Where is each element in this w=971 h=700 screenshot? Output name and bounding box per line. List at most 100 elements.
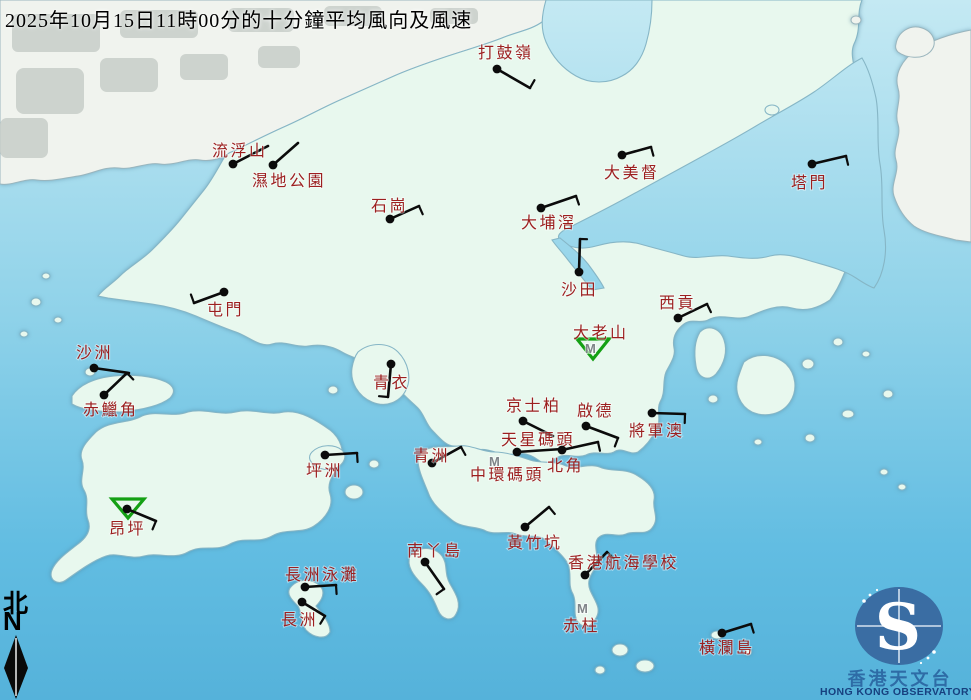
station-label: 大美督	[604, 163, 660, 182]
station-label: 青衣	[373, 373, 410, 392]
observatory-name-english: HONG KONG OBSERVATORY	[820, 686, 971, 698]
station-label: 啟德	[577, 401, 614, 420]
wind-barb-tick	[336, 585, 337, 594]
station-dot	[521, 523, 530, 532]
map-title: 2025年10月15日11時00分的十分鐘平均風向及風速	[5, 4, 472, 33]
compass-needle-icon	[1, 634, 31, 700]
station-peng-chau: 坪洲	[306, 451, 358, 480]
station-dot	[558, 446, 567, 455]
station-dot	[220, 288, 229, 297]
wind-barb-shaft	[305, 585, 336, 587]
wind-barb-tick	[153, 521, 156, 529]
station-label: 南丫島	[407, 541, 463, 560]
wind-barb-shaft	[579, 239, 580, 272]
station-dot	[618, 151, 627, 160]
station-dot	[123, 505, 132, 514]
station-label: 塔門	[791, 173, 828, 192]
wind-barb-shaft	[812, 156, 846, 164]
wind-barb-shaft	[517, 449, 562, 452]
map-canvas: S 打鼓嶺流浮山濕地公園石崗大美督塔門大埔滘沙田西貢M大老山屯門沙洲赤鱲角青衣京…	[0, 0, 971, 700]
station-label: 沙田	[561, 280, 598, 299]
wind-barb-tick	[751, 624, 754, 633]
station-label: 坪洲	[306, 461, 343, 480]
station-label: 昂坪	[109, 519, 146, 538]
station-cheung-chau: 長洲	[281, 598, 325, 629]
wind-barb-tick	[530, 80, 534, 88]
wind-barb-tick	[651, 147, 653, 156]
wind-barb-tick	[320, 616, 325, 624]
wind-barb-shaft	[325, 453, 357, 455]
station-dot	[387, 360, 396, 369]
station-dot	[808, 160, 817, 169]
station-label: 青洲	[413, 446, 450, 465]
station-sha-chau: 沙洲	[76, 343, 129, 373]
station-dot	[321, 451, 330, 460]
station-dot	[298, 598, 307, 607]
station-central-pier: M中環碼頭	[470, 454, 544, 484]
station-label: 香港航海學校	[568, 553, 679, 572]
missing-data-flag: M	[577, 601, 588, 616]
station-label: 流浮山	[212, 141, 268, 160]
station-green-island: 青洲	[413, 446, 465, 467]
station-label: 北角	[547, 456, 584, 475]
station-ta-kwu-ling: 打鼓嶺	[478, 43, 534, 88]
station-label: 中環碼頭	[470, 465, 544, 484]
station-label: 石崗	[371, 196, 408, 215]
wind-barb-shaft	[425, 562, 444, 589]
wind-barb-tick	[576, 196, 579, 205]
station-dot	[90, 364, 99, 373]
station-label: 沙洲	[76, 343, 113, 362]
station-dot	[100, 391, 109, 400]
station-label: 大埔滘	[521, 213, 577, 232]
station-label: 濕地公園	[252, 171, 326, 190]
station-dot	[648, 409, 657, 418]
station-ngong-ping: 昂坪	[109, 499, 156, 538]
wind-barb-shaft	[525, 507, 549, 527]
wind-barb-tick	[437, 589, 444, 594]
station-tai-mei-tuk: 大美督	[604, 147, 660, 182]
station-label: 京士柏	[506, 396, 562, 415]
station-tap-mun: 塔門	[791, 156, 848, 192]
wind-barb-shaft	[541, 196, 576, 208]
station-hk-sea-school: 香港航海學校	[568, 552, 679, 579]
wind-barb-shaft	[497, 69, 530, 88]
station-lau-fau-shan: 流浮山	[212, 141, 268, 168]
station-label: 黃竹坑	[507, 533, 563, 552]
station-dot	[674, 314, 683, 323]
station-dot	[493, 65, 502, 74]
station-waglan-island: 橫瀾島	[699, 624, 755, 657]
wind-barb-tick	[846, 156, 848, 165]
wind-barb-shaft	[722, 624, 751, 633]
wind-barb-tick	[615, 438, 618, 446]
station-tsing-yi: 青衣	[373, 360, 410, 397]
station-label: 將軍澳	[629, 421, 685, 440]
station-sha-tin: 沙田	[561, 239, 598, 299]
station-label: 長洲	[281, 610, 318, 629]
station-kai-tak: 啟德	[577, 401, 618, 446]
station-label: 屯門	[207, 300, 244, 319]
station-dot	[575, 268, 584, 277]
station-shek-kong: 石崗	[371, 196, 423, 223]
station-label: 大老山	[573, 323, 629, 342]
wind-barb-tick	[598, 442, 600, 451]
station-sai-kung: 西貢	[659, 293, 711, 322]
wind-barb-tick	[127, 373, 133, 380]
wind-barb-shaft	[94, 368, 129, 373]
wind-barb-tick	[191, 295, 194, 303]
station-label: 赤鱲角	[83, 400, 139, 419]
station-stanley: M赤柱	[563, 601, 600, 635]
station-label: 西貢	[659, 293, 696, 312]
station-label: 赤柱	[563, 616, 600, 635]
station-dot	[537, 204, 546, 213]
stations-layer: 打鼓嶺流浮山濕地公園石崗大美督塔門大埔滘沙田西貢M大老山屯門沙洲赤鱲角青衣京士柏…	[0, 0, 971, 700]
wind-barb-tick	[549, 507, 555, 514]
wind-barb-tick	[419, 206, 423, 214]
station-dot	[386, 215, 395, 224]
station-dot	[519, 417, 528, 426]
station-dot	[269, 161, 278, 170]
wind-barb-shaft	[273, 143, 298, 165]
station-tates-cairn: M大老山	[573, 323, 629, 359]
station-label: 長洲泳灘	[285, 565, 359, 584]
wind-barb-shaft	[622, 147, 651, 155]
wind-barb-tick	[379, 396, 388, 397]
